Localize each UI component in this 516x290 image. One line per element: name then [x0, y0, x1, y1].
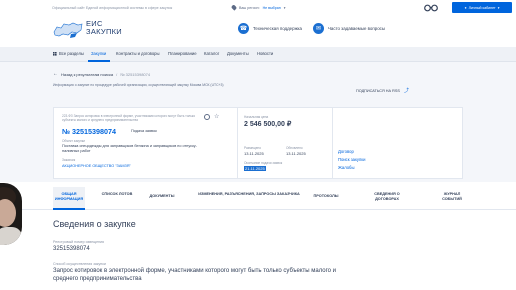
- location-pin-icon: [230, 4, 238, 11]
- webcam-overlay: [0, 183, 22, 245]
- arrow-left-icon[interactable]: ←: [53, 71, 58, 77]
- support-label: Техническая поддержка: [253, 26, 302, 31]
- customer-label: Заказчик: [62, 158, 76, 162]
- russia-map-logo-icon[interactable]: [53, 21, 83, 39]
- portal-text: Официальный сайт Единой информационной с…: [52, 6, 173, 10]
- region-label: Ваш регион:: [239, 5, 260, 10]
- login-label: Личный кабинет: [468, 5, 496, 10]
- tab-contracts-info[interactable]: Сведения о договорах: [362, 192, 412, 201]
- accessibility-glasses-icon[interactable]: [424, 3, 438, 12]
- logo-text[interactable]: ЕИС ЗАКУПКИ: [86, 20, 122, 35]
- card-divider: [237, 108, 238, 178]
- breadcrumb-separator: /: [116, 71, 118, 77]
- logo-line2: ЗАКУПКИ: [86, 26, 123, 36]
- deadline-value: 21.11.2025: [244, 165, 266, 171]
- region-selector[interactable]: Ваш регион: Не выбран ▾: [230, 4, 286, 11]
- breadcrumb-current: № 32515398074: [120, 71, 151, 77]
- object-label: Объект закупки: [62, 139, 85, 143]
- clock-icon[interactable]: [204, 114, 210, 120]
- tab-documents[interactable]: Документы: [140, 194, 184, 199]
- tab-active-indicator: [53, 208, 85, 210]
- page: Официальный сайт Единой информационной с…: [0, 0, 516, 290]
- card-divider-2: [332, 108, 333, 178]
- price-value: 2 546 500,00 ₽: [244, 121, 292, 128]
- method-value: Запрос котировок в электронной форме, уч…: [53, 268, 337, 282]
- nav-purchases[interactable]: Закупки: [91, 51, 106, 56]
- nav-news[interactable]: Новости: [257, 51, 273, 56]
- faq-label: Часто задаваемые вопросы: [328, 26, 385, 31]
- nav-all-sections[interactable]: Все разделы: [53, 51, 84, 56]
- stage-status: Подача заявок: [131, 129, 157, 133]
- breadcrumb: ← Назад к результатам поиска / № 3251539…: [53, 71, 150, 77]
- back-link[interactable]: Назад к результатам поиска: [61, 72, 113, 77]
- placed-label: Размещено: [244, 146, 262, 150]
- webcam-shirt: [0, 227, 22, 245]
- chevron-down-icon: ▾: [283, 5, 286, 10]
- contract-link[interactable]: Договор: [338, 149, 354, 154]
- procedure-type: 223-ФЗ Запрос котировок в электронной фо…: [62, 114, 196, 123]
- support-link[interactable]: ☎ Техническая поддержка: [238, 23, 302, 34]
- chat-icon: ✉: [313, 23, 324, 34]
- info-line: Информация о закупке по процедуре рабоче…: [53, 83, 224, 87]
- login-button[interactable]: ● Личный кабинет ▾: [452, 2, 512, 13]
- search-purchase-link[interactable]: Поиск закупки: [338, 157, 365, 162]
- method-label: Способ осуществления закупки: [53, 262, 106, 266]
- headset-icon: ☎: [238, 23, 249, 34]
- nav-documents[interactable]: Документы: [227, 51, 249, 56]
- tab-changes[interactable]: Изменения, разъяснения, запросы заказчик…: [196, 192, 302, 197]
- reg-number-label: Реестровый номер извещения: [53, 240, 104, 244]
- webcam-face: [0, 199, 16, 227]
- complaints-link[interactable]: Жалобы: [338, 165, 354, 170]
- updated-label: Обновлено: [286, 146, 303, 150]
- tab-protocols[interactable]: Протоколы: [306, 194, 346, 199]
- region-value: Не выбран: [262, 5, 281, 10]
- deadline-label: Окончание подачи заявок: [244, 161, 283, 165]
- placed-value: 13.11.2025: [244, 150, 264, 156]
- tab-lots[interactable]: Список лотов: [101, 192, 133, 197]
- tab-general-info[interactable]: Общая информация: [53, 192, 85, 201]
- nav-contracts[interactable]: Контракты и договоры: [116, 51, 160, 56]
- price-label: Начальная цена: [244, 115, 269, 119]
- card-actions: ☆: [204, 114, 219, 120]
- purchase-card: 223-ФЗ Запрос котировок в электронной фо…: [53, 107, 463, 179]
- reg-number-value: 32515398074: [53, 246, 90, 252]
- rss-label: ПОДПИСАТЬСЯ НА RSS: [356, 88, 400, 93]
- nav-catalog[interactable]: Каталог: [204, 51, 219, 56]
- user-icon: ●: [464, 5, 467, 10]
- grid-icon: [53, 51, 57, 56]
- object-text: Поставка спецодежды для заправщиков бенз…: [62, 143, 197, 153]
- faq-link[interactable]: ✉ Часто задаваемые вопросы: [313, 23, 385, 34]
- tabs-bar: Общая информация Список лотов Документы …: [0, 182, 516, 210]
- purchase-number[interactable]: № 32515398074: [62, 127, 116, 136]
- rss-subscribe[interactable]: ПОДПИСАТЬСЯ НА RSS ⤴: [356, 87, 409, 94]
- share-icon[interactable]: ⤴: [404, 87, 409, 94]
- chevron-down-icon: ▾: [497, 5, 500, 10]
- section-title: Сведения о закупке: [53, 219, 136, 229]
- top-strip: Официальный сайт Единой информационной с…: [0, 0, 516, 16]
- customer-name[interactable]: АКЦИОНЕРНОЕ ОБЩЕСТВО "ЗАМЗЯ": [62, 164, 131, 168]
- main-nav: Все разделы Закупки Контракты и договоры…: [0, 47, 516, 62]
- nav-planning[interactable]: Планирование: [168, 51, 197, 56]
- tab-event-log[interactable]: Журнал событий: [434, 192, 470, 201]
- star-icon[interactable]: ☆: [214, 114, 219, 120]
- updated-value: 13.11.2025: [286, 150, 306, 156]
